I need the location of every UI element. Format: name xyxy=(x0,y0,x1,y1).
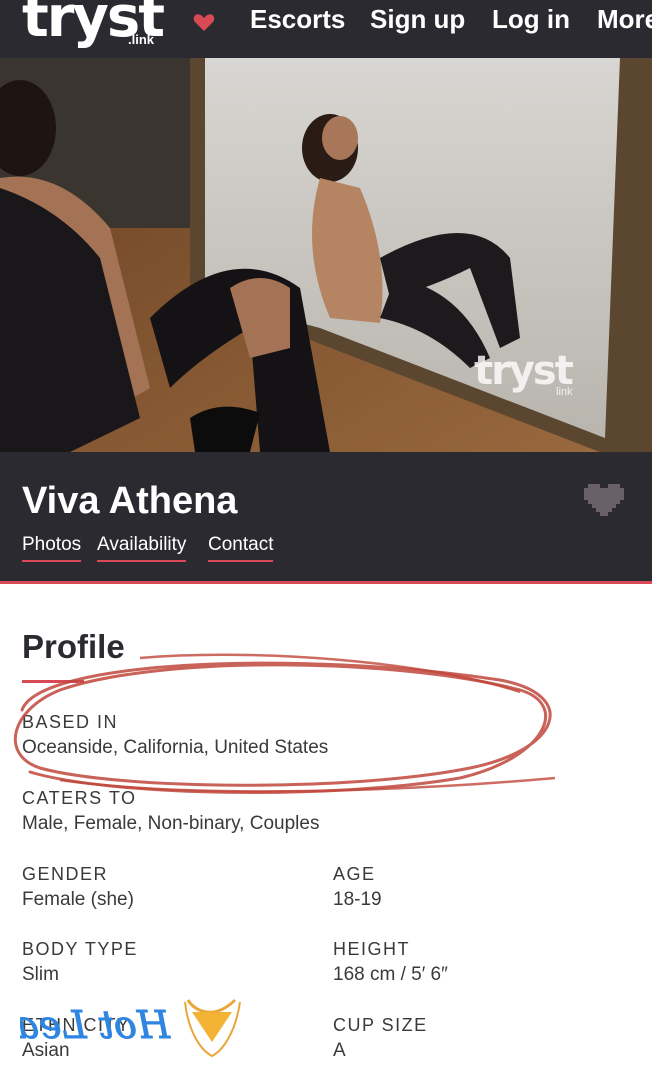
cup-size-value: A xyxy=(333,1040,346,1061)
svg-text:Hot Leak: Hot Leak xyxy=(20,1003,171,1047)
profile-heading: Profile xyxy=(22,628,125,665)
caters-to-value: Male, Female, Non-binary, Couples xyxy=(22,813,320,834)
profile-heading-underline xyxy=(22,680,84,683)
body-type-label: BODY TYPE xyxy=(22,939,138,959)
based-in-value: Oceanside, California, United States xyxy=(22,737,329,758)
height-label: HEIGHT xyxy=(333,939,411,959)
nav-more-link[interactable]: More xyxy=(597,4,652,35)
age-label: AGE xyxy=(333,864,376,884)
height-value: 168 cm / 5′ 6″ xyxy=(333,964,448,985)
caters-to-label: CATERS TO xyxy=(22,788,137,808)
tab-contact[interactable]: Contact xyxy=(208,534,274,562)
based-in-label: BASED IN xyxy=(22,712,119,732)
hot-leak-sticker: Hot Leak xyxy=(20,998,241,1058)
profile-banner: Viva Athena Photos Availability Contact xyxy=(0,452,652,584)
heart-icon[interactable] xyxy=(192,10,216,34)
tab-availability[interactable]: Availability xyxy=(97,534,187,562)
profile-photo[interactable]: tryst link xyxy=(0,58,652,452)
site-logo-suffix: .link xyxy=(128,32,155,47)
profile-name: Viva Athena xyxy=(22,480,238,522)
nav-signup-link[interactable]: Sign up xyxy=(370,4,465,35)
top-nav: tryst .link Escorts Sign up Log in More xyxy=(0,0,652,58)
nav-login-link[interactable]: Log in xyxy=(492,4,570,35)
cup-size-label: CUP SIZE xyxy=(333,1015,428,1035)
gender-label: GENDER xyxy=(22,864,109,884)
age-value: 18-19 xyxy=(333,889,382,910)
photo-watermark-suffix: link xyxy=(556,386,573,398)
tab-photos[interactable]: Photos xyxy=(22,534,82,562)
body-type-value: Slim xyxy=(22,964,59,985)
nav-escorts-link[interactable]: Escorts xyxy=(250,4,345,35)
gender-value: Female (she) xyxy=(22,889,134,910)
favorite-heart-icon[interactable] xyxy=(584,480,624,516)
